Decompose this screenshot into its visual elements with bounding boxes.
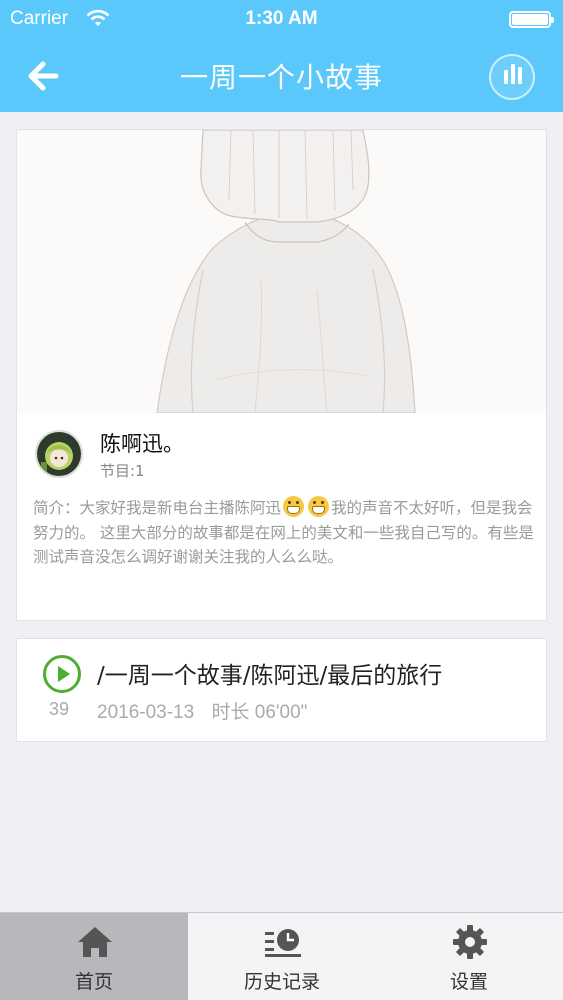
tab-home-label: 首页 [74, 971, 113, 993]
cover-image [17, 130, 546, 413]
program-count: 节目:1 [100, 462, 145, 480]
episode-date: 2016-03-13 [97, 702, 195, 723]
tab-history[interactable]: 历史记录 [188, 913, 376, 1000]
battery-icon [509, 11, 554, 28]
episode-meta: 2016-03-13 时长 06'00" [97, 697, 307, 724]
history-icon [265, 929, 301, 957]
host-name: 陈啊迅。 [100, 432, 184, 456]
play-circle-icon[interactable] [42, 654, 82, 694]
page-title: 一周一个小故事 [179, 61, 383, 94]
program-card: 陈啊迅。 节目:1 简介：大家好我是新电台主播陈阿迅 我的声音不太好听，但是我会努… [16, 129, 547, 621]
program-intro: 简介：大家好我是新电台主播陈阿迅 我的声音不太好听，但是我会努力的。 这里大部分的… [33, 496, 541, 570]
tab-settings[interactable]: 设置 [375, 913, 563, 1000]
clock: 1:30 AM [245, 8, 318, 29]
grinning-face-icon [308, 496, 330, 517]
grinning-face-icon [283, 496, 305, 517]
home-icon [78, 927, 112, 957]
play-count: 39 [49, 699, 70, 719]
navigation-bar: 一周一个小故事 [0, 40, 563, 112]
status-bar: Carrier 1:30 AM [0, 0, 563, 40]
tab-home[interactable]: 首页 [0, 913, 188, 1000]
avatar [35, 430, 83, 478]
equalizer-icon[interactable] [489, 54, 535, 100]
tab-history-label: 历史记录 [243, 971, 320, 993]
tab-settings-label: 设置 [449, 971, 488, 993]
episode-title[interactable]: /一周一个故事/陈阿迅/最后的旅行 [97, 656, 442, 690]
episode-card[interactable]: /一周一个故事/陈阿迅/最后的旅行 39 2016-03-13 时长 06'00… [16, 638, 547, 742]
episode-duration: 时长 06'00" [211, 702, 308, 723]
gear-icon [453, 925, 487, 959]
intro-text-part1: 简介：大家好我是新电台主播陈阿迅 [33, 499, 282, 517]
tab-bar: 首页 历史记录 设置 [0, 912, 563, 1000]
